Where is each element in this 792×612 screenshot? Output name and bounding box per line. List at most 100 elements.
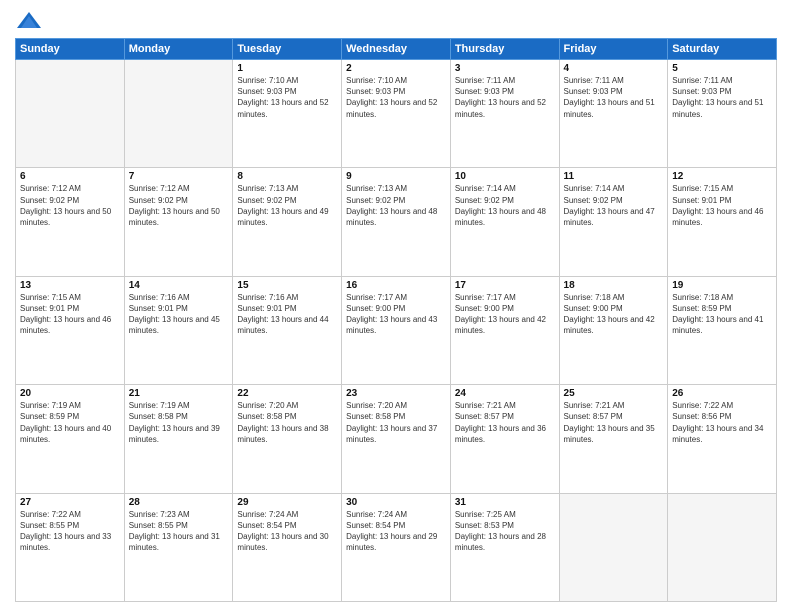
day-number: 2 [346, 63, 446, 74]
day-number: 7 [129, 171, 229, 182]
day-number: 21 [129, 388, 229, 399]
calendar-cell: 19Sunrise: 7:18 AM Sunset: 8:59 PM Dayli… [668, 276, 777, 384]
logo [15, 10, 47, 32]
day-info: Sunrise: 7:13 AM Sunset: 9:02 PM Dayligh… [346, 183, 446, 228]
calendar-cell: 5Sunrise: 7:11 AM Sunset: 9:03 PM Daylig… [668, 60, 777, 168]
day-number: 14 [129, 280, 229, 291]
day-info: Sunrise: 7:15 AM Sunset: 9:01 PM Dayligh… [20, 292, 120, 337]
calendar-cell: 25Sunrise: 7:21 AM Sunset: 8:57 PM Dayli… [559, 385, 668, 493]
col-header-sunday: Sunday [16, 39, 125, 60]
day-number: 1 [237, 63, 337, 74]
day-number: 22 [237, 388, 337, 399]
calendar-cell: 9Sunrise: 7:13 AM Sunset: 9:02 PM Daylig… [342, 168, 451, 276]
calendar-cell: 1Sunrise: 7:10 AM Sunset: 9:03 PM Daylig… [233, 60, 342, 168]
day-info: Sunrise: 7:24 AM Sunset: 8:54 PM Dayligh… [237, 509, 337, 554]
logo-icon [15, 10, 43, 32]
week-row-2: 13Sunrise: 7:15 AM Sunset: 9:01 PM Dayli… [16, 276, 777, 384]
day-info: Sunrise: 7:22 AM Sunset: 8:55 PM Dayligh… [20, 509, 120, 554]
day-info: Sunrise: 7:18 AM Sunset: 8:59 PM Dayligh… [672, 292, 772, 337]
col-header-wednesday: Wednesday [342, 39, 451, 60]
day-number: 9 [346, 171, 446, 182]
week-row-4: 27Sunrise: 7:22 AM Sunset: 8:55 PM Dayli… [16, 493, 777, 601]
day-number: 12 [672, 171, 772, 182]
calendar-cell: 26Sunrise: 7:22 AM Sunset: 8:56 PM Dayli… [668, 385, 777, 493]
calendar-cell: 30Sunrise: 7:24 AM Sunset: 8:54 PM Dayli… [342, 493, 451, 601]
calendar-cell: 2Sunrise: 7:10 AM Sunset: 9:03 PM Daylig… [342, 60, 451, 168]
day-info: Sunrise: 7:12 AM Sunset: 9:02 PM Dayligh… [20, 183, 120, 228]
calendar-cell: 18Sunrise: 7:18 AM Sunset: 9:00 PM Dayli… [559, 276, 668, 384]
calendar-cell: 14Sunrise: 7:16 AM Sunset: 9:01 PM Dayli… [124, 276, 233, 384]
day-number: 25 [564, 388, 664, 399]
calendar-cell: 22Sunrise: 7:20 AM Sunset: 8:58 PM Dayli… [233, 385, 342, 493]
day-info: Sunrise: 7:19 AM Sunset: 8:58 PM Dayligh… [129, 400, 229, 445]
week-row-3: 20Sunrise: 7:19 AM Sunset: 8:59 PM Dayli… [16, 385, 777, 493]
day-info: Sunrise: 7:20 AM Sunset: 8:58 PM Dayligh… [237, 400, 337, 445]
week-row-0: 1Sunrise: 7:10 AM Sunset: 9:03 PM Daylig… [16, 60, 777, 168]
day-number: 28 [129, 497, 229, 508]
col-header-tuesday: Tuesday [233, 39, 342, 60]
day-info: Sunrise: 7:20 AM Sunset: 8:58 PM Dayligh… [346, 400, 446, 445]
calendar-cell: 23Sunrise: 7:20 AM Sunset: 8:58 PM Dayli… [342, 385, 451, 493]
col-header-monday: Monday [124, 39, 233, 60]
day-info: Sunrise: 7:24 AM Sunset: 8:54 PM Dayligh… [346, 509, 446, 554]
day-number: 11 [564, 171, 664, 182]
day-info: Sunrise: 7:10 AM Sunset: 9:03 PM Dayligh… [237, 75, 337, 120]
day-info: Sunrise: 7:21 AM Sunset: 8:57 PM Dayligh… [455, 400, 555, 445]
calendar-header: SundayMondayTuesdayWednesdayThursdayFrid… [16, 39, 777, 60]
calendar-cell: 29Sunrise: 7:24 AM Sunset: 8:54 PM Dayli… [233, 493, 342, 601]
calendar-cell: 20Sunrise: 7:19 AM Sunset: 8:59 PM Dayli… [16, 385, 125, 493]
calendar-cell: 7Sunrise: 7:12 AM Sunset: 9:02 PM Daylig… [124, 168, 233, 276]
day-info: Sunrise: 7:12 AM Sunset: 9:02 PM Dayligh… [129, 183, 229, 228]
calendar-cell: 15Sunrise: 7:16 AM Sunset: 9:01 PM Dayli… [233, 276, 342, 384]
week-row-1: 6Sunrise: 7:12 AM Sunset: 9:02 PM Daylig… [16, 168, 777, 276]
day-number: 18 [564, 280, 664, 291]
calendar-cell: 27Sunrise: 7:22 AM Sunset: 8:55 PM Dayli… [16, 493, 125, 601]
header [15, 10, 777, 32]
calendar-cell: 31Sunrise: 7:25 AM Sunset: 8:53 PM Dayli… [450, 493, 559, 601]
day-number: 4 [564, 63, 664, 74]
day-info: Sunrise: 7:16 AM Sunset: 9:01 PM Dayligh… [237, 292, 337, 337]
day-number: 17 [455, 280, 555, 291]
calendar-cell [668, 493, 777, 601]
day-number: 23 [346, 388, 446, 399]
day-info: Sunrise: 7:17 AM Sunset: 9:00 PM Dayligh… [346, 292, 446, 337]
day-info: Sunrise: 7:21 AM Sunset: 8:57 PM Dayligh… [564, 400, 664, 445]
day-number: 16 [346, 280, 446, 291]
day-info: Sunrise: 7:11 AM Sunset: 9:03 PM Dayligh… [455, 75, 555, 120]
day-info: Sunrise: 7:17 AM Sunset: 9:00 PM Dayligh… [455, 292, 555, 337]
day-number: 30 [346, 497, 446, 508]
day-info: Sunrise: 7:19 AM Sunset: 8:59 PM Dayligh… [20, 400, 120, 445]
col-header-thursday: Thursday [450, 39, 559, 60]
day-info: Sunrise: 7:14 AM Sunset: 9:02 PM Dayligh… [455, 183, 555, 228]
day-info: Sunrise: 7:11 AM Sunset: 9:03 PM Dayligh… [672, 75, 772, 120]
day-number: 24 [455, 388, 555, 399]
day-number: 27 [20, 497, 120, 508]
day-number: 29 [237, 497, 337, 508]
calendar-body: 1Sunrise: 7:10 AM Sunset: 9:03 PM Daylig… [16, 60, 777, 602]
col-header-saturday: Saturday [668, 39, 777, 60]
day-number: 15 [237, 280, 337, 291]
day-number: 31 [455, 497, 555, 508]
day-info: Sunrise: 7:14 AM Sunset: 9:02 PM Dayligh… [564, 183, 664, 228]
day-info: Sunrise: 7:11 AM Sunset: 9:03 PM Dayligh… [564, 75, 664, 120]
day-number: 8 [237, 171, 337, 182]
day-number: 3 [455, 63, 555, 74]
day-info: Sunrise: 7:22 AM Sunset: 8:56 PM Dayligh… [672, 400, 772, 445]
calendar-cell [559, 493, 668, 601]
day-header-row: SundayMondayTuesdayWednesdayThursdayFrid… [16, 39, 777, 60]
day-info: Sunrise: 7:25 AM Sunset: 8:53 PM Dayligh… [455, 509, 555, 554]
day-info: Sunrise: 7:15 AM Sunset: 9:01 PM Dayligh… [672, 183, 772, 228]
day-number: 5 [672, 63, 772, 74]
calendar-cell: 4Sunrise: 7:11 AM Sunset: 9:03 PM Daylig… [559, 60, 668, 168]
calendar-cell [124, 60, 233, 168]
day-number: 20 [20, 388, 120, 399]
calendar-cell: 3Sunrise: 7:11 AM Sunset: 9:03 PM Daylig… [450, 60, 559, 168]
calendar-cell: 28Sunrise: 7:23 AM Sunset: 8:55 PM Dayli… [124, 493, 233, 601]
col-header-friday: Friday [559, 39, 668, 60]
day-number: 10 [455, 171, 555, 182]
day-info: Sunrise: 7:10 AM Sunset: 9:03 PM Dayligh… [346, 75, 446, 120]
day-info: Sunrise: 7:23 AM Sunset: 8:55 PM Dayligh… [129, 509, 229, 554]
day-info: Sunrise: 7:13 AM Sunset: 9:02 PM Dayligh… [237, 183, 337, 228]
calendar-cell: 8Sunrise: 7:13 AM Sunset: 9:02 PM Daylig… [233, 168, 342, 276]
calendar-cell [16, 60, 125, 168]
